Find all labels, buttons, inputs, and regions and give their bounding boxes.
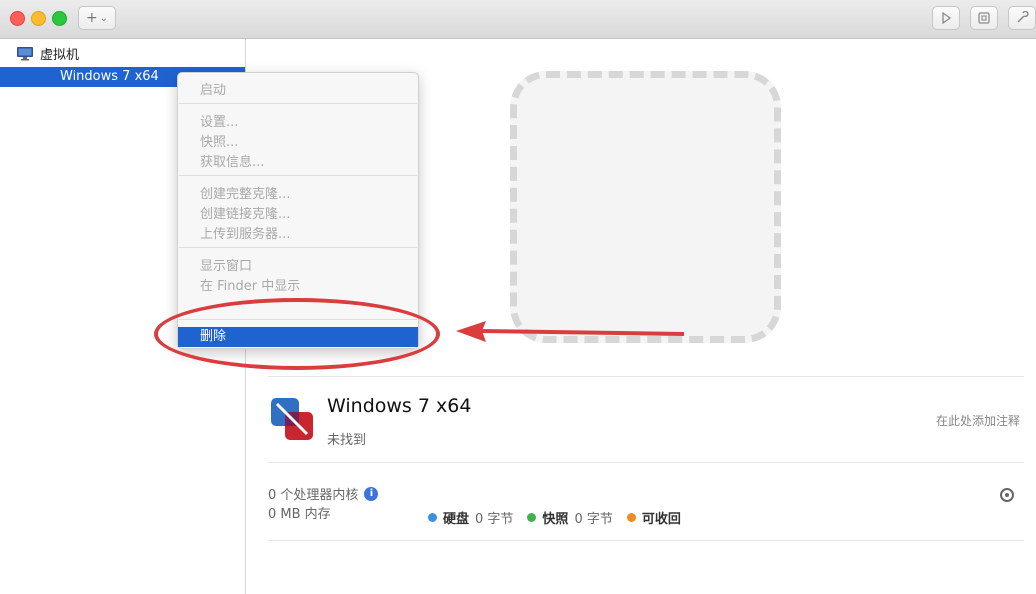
cpu-cores-label: 0 个处理器内核 bbox=[268, 488, 359, 503]
menu-item-show-window[interactable]: 显示窗口 bbox=[200, 255, 252, 274]
add-vm-button[interactable]: + ⌄ bbox=[78, 6, 116, 30]
vm-status: 未找到 bbox=[327, 433, 367, 448]
menu-item-show-in-finder[interactable]: 在 Finder 中显示 bbox=[200, 275, 300, 294]
maximize-window-button[interactable] bbox=[52, 11, 67, 26]
annotation-arrow bbox=[456, 321, 685, 342]
details-divider bbox=[268, 376, 1024, 377]
menu-item-snapshots[interactable]: 快照... bbox=[200, 131, 238, 150]
snapshot-value: 0 字节 bbox=[574, 512, 613, 527]
disk-label: 硬盘 bbox=[443, 512, 470, 527]
wrench-icon bbox=[1017, 11, 1029, 23]
menu-separator bbox=[179, 247, 417, 248]
disk-value: 0 字节 bbox=[475, 512, 514, 527]
menu-separator bbox=[179, 175, 417, 176]
storage-legend: 硬盘 0 字节 快照 0 字节 可收回 bbox=[428, 508, 701, 527]
legend-disk: 硬盘 0 字节 bbox=[428, 508, 513, 527]
gear-icon[interactable] bbox=[1000, 488, 1014, 502]
window-titlebar: + ⌄ bbox=[0, 0, 1036, 39]
memory-label: 0 MB 内存 bbox=[268, 507, 331, 522]
legend-reclaimable: 可收回 bbox=[626, 508, 687, 527]
reclaimable-label: 可收回 bbox=[641, 512, 681, 527]
legend-snapshot: 快照 0 字节 bbox=[527, 508, 613, 527]
close-window-button[interactable] bbox=[10, 11, 25, 26]
settings-button[interactable] bbox=[1008, 6, 1036, 30]
vmware-fusion-icon bbox=[271, 398, 313, 440]
details-divider bbox=[268, 462, 1024, 463]
sidebar-item-label: Windows 7 x64 bbox=[60, 69, 159, 84]
details-divider bbox=[268, 540, 1024, 541]
play-icon bbox=[942, 12, 952, 24]
vm-title: Windows 7 x64 bbox=[327, 395, 472, 417]
menu-item-full-clone[interactable]: 创建完整克隆... bbox=[200, 183, 290, 202]
menu-item-start[interactable]: 启动 bbox=[200, 79, 226, 98]
vm-preview-placeholder bbox=[510, 71, 781, 343]
snapshot-icon bbox=[978, 12, 990, 24]
sidebar-group-virtual-machines[interactable]: 虚拟机 bbox=[16, 44, 79, 63]
menu-item-linked-clone[interactable]: 创建链接克隆... bbox=[200, 203, 290, 222]
plus-icon: + bbox=[85, 10, 98, 26]
disk-dot bbox=[428, 513, 437, 522]
menu-item-upload-server[interactable]: 上传到服务器... bbox=[200, 223, 290, 242]
cpu-cores-info: 0 个处理器内核 i bbox=[268, 484, 379, 503]
sidebar-group-label: 虚拟机 bbox=[40, 48, 80, 63]
reclaimable-dot bbox=[626, 513, 636, 522]
snapshot-button[interactable] bbox=[970, 6, 998, 30]
snapshot-label: 快照 bbox=[542, 512, 569, 527]
menu-item-get-info[interactable]: 获取信息... bbox=[200, 151, 264, 170]
menu-item-settings[interactable]: 设置... bbox=[200, 111, 238, 130]
annotation-ellipse bbox=[154, 298, 440, 370]
monitor-icon bbox=[17, 47, 33, 61]
info-icon[interactable]: i bbox=[364, 486, 379, 501]
notes-field[interactable]: 在此处添加注释 bbox=[936, 412, 1020, 429]
start-vm-button[interactable] bbox=[932, 6, 960, 30]
menu-separator bbox=[179, 103, 417, 104]
chevron-down-icon: ⌄ bbox=[99, 12, 109, 24]
minimize-window-button[interactable] bbox=[31, 11, 46, 26]
snapshot-dot bbox=[527, 513, 537, 522]
